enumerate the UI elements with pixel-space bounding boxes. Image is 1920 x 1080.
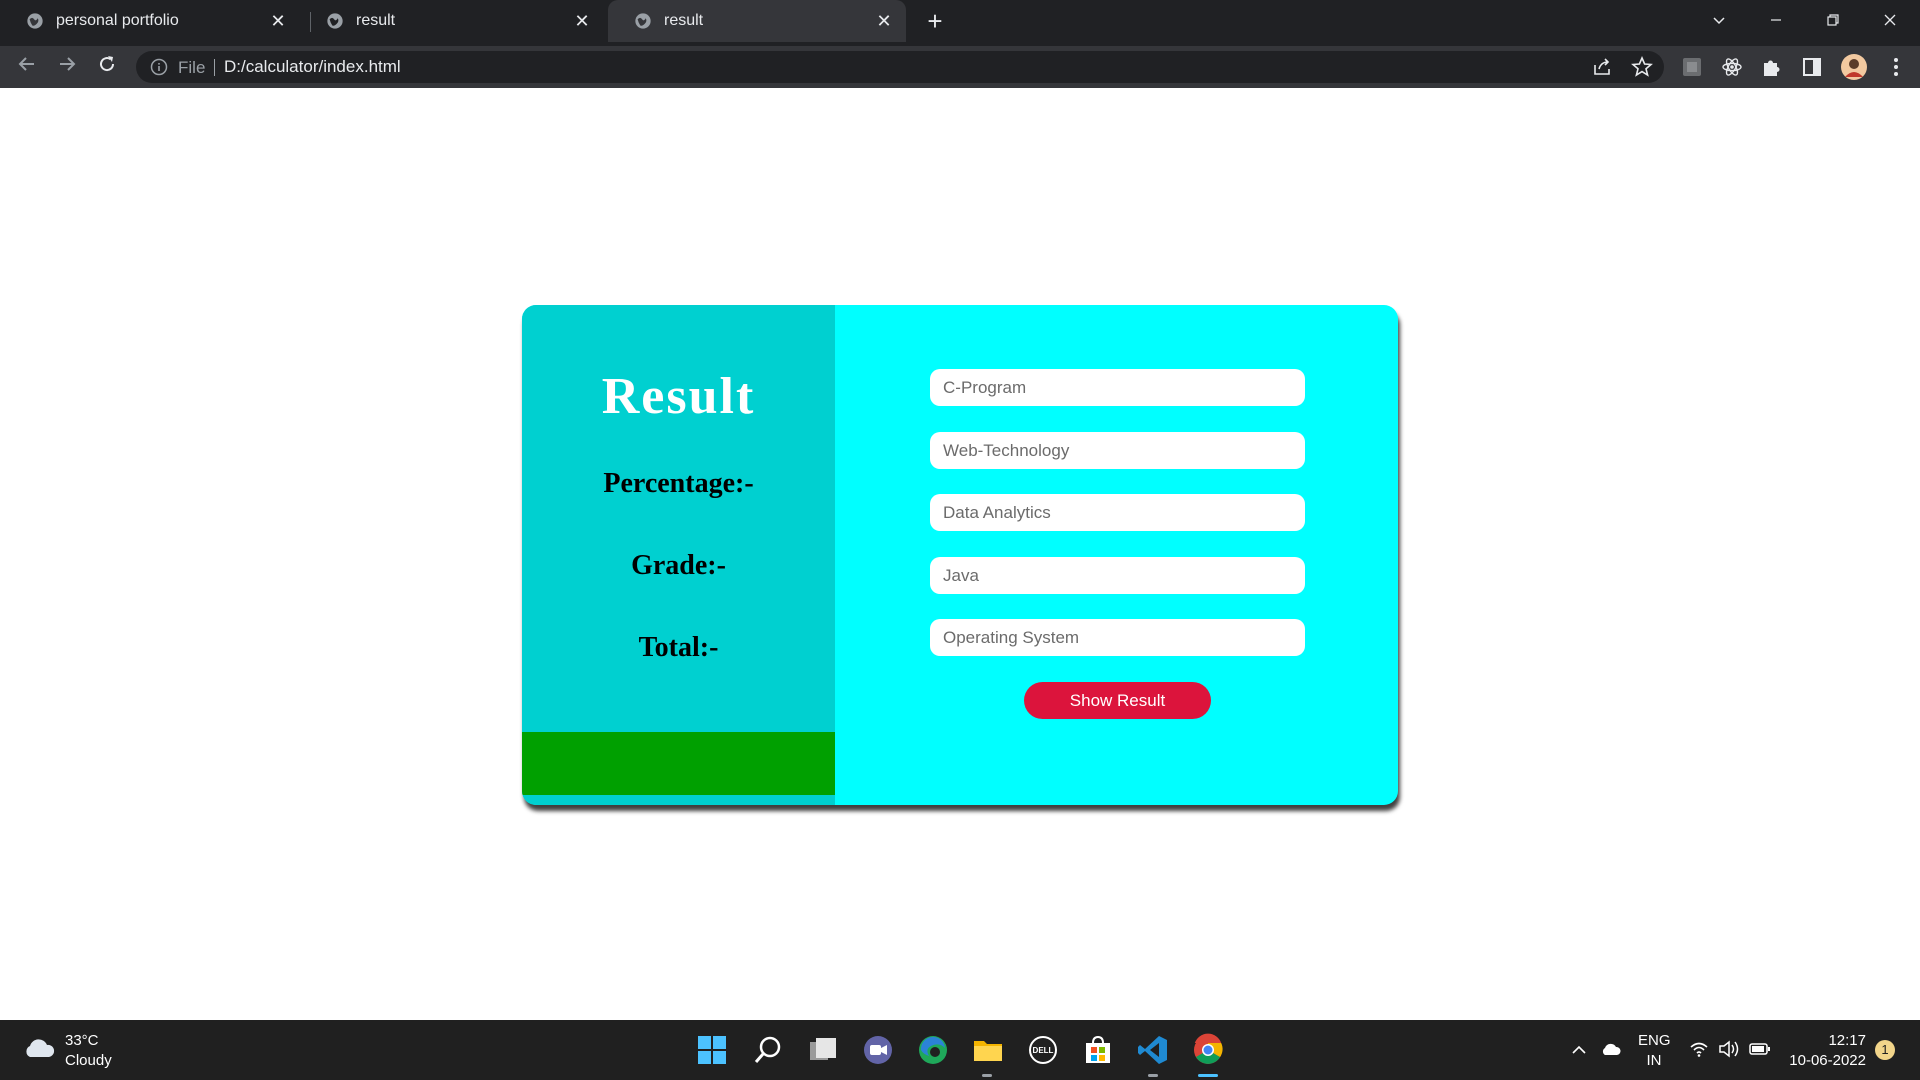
task-view-icon[interactable] [805,1032,841,1068]
volume-icon[interactable] [1718,1039,1740,1059]
file-explorer-icon[interactable] [970,1032,1006,1068]
wifi-icon[interactable] [1689,1040,1709,1058]
tray-chevron-up-icon[interactable] [1571,1042,1587,1058]
language-indicator-line1[interactable]: ENG [1638,1032,1671,1049]
globe-icon [635,13,651,29]
percentage-label: Percentage:- [603,468,754,499]
web-technology-input[interactable] [930,432,1305,469]
tab-title: result [356,12,396,29]
globe-icon [327,13,343,29]
globe-icon [27,13,43,29]
grade-label: Grade:- [631,550,726,581]
close-tab-icon[interactable]: ✕ [874,11,894,31]
language-indicator-line2[interactable]: IN [1638,1052,1670,1069]
tab-result-active[interactable]: result ✕ [608,0,906,42]
share-icon[interactable] [1590,55,1614,79]
close-tab-icon[interactable]: ✕ [268,11,288,31]
c-program-input[interactable] [930,369,1305,406]
bookmark-star-icon[interactable] [1630,55,1654,79]
tab-personal-portfolio[interactable]: personal portfolio ✕ [0,0,300,42]
search-icon[interactable] [750,1032,786,1068]
tab-title: personal portfolio [56,12,179,29]
extension-square-icon[interactable] [1680,55,1704,79]
new-tab-button[interactable]: + [920,8,950,36]
cloud-weather-icon[interactable] [22,1036,56,1060]
windows-start-icon[interactable] [694,1032,730,1068]
battery-icon[interactable] [1749,1041,1771,1057]
vscode-running-indicator [1148,1074,1158,1077]
profile-avatar-icon[interactable] [1840,53,1868,81]
green-bar [522,732,835,795]
onedrive-cloud-icon[interactable] [1600,1040,1622,1058]
address-separator [214,59,215,76]
chrome-active-indicator [1198,1074,1218,1077]
tab-result[interactable]: result ✕ [300,0,604,42]
result-summary-panel: Result Percentage:- Grade:- Total:- [522,305,835,805]
data-analytics-input[interactable] [930,494,1305,531]
chrome-icon[interactable] [1190,1032,1226,1068]
puzzle-extensions-icon[interactable] [1760,55,1784,79]
edge-browser-icon[interactable] [915,1032,951,1068]
explorer-running-indicator [982,1074,992,1077]
react-devtools-icon[interactable] [1720,55,1744,79]
url-text[interactable]: D:/calculator/index.html [224,57,401,77]
restore-icon[interactable] [1811,6,1855,36]
vscode-icon[interactable] [1135,1032,1171,1068]
page-viewport: Result Percentage:- Grade:- Total:- Show… [0,88,1920,1020]
side-panel-icon[interactable] [1800,55,1824,79]
clock-date[interactable]: 10-06-2022 [1784,1052,1866,1069]
tab-strip: personal portfolio ✕ result ✕ result ✕ + [0,0,1920,46]
tab-title: result [664,12,704,29]
svg-text:DELL: DELL [1033,1046,1054,1055]
weather-condition[interactable]: Cloudy [65,1052,112,1069]
minimize-icon[interactable] [1754,6,1798,36]
microsoft-store-icon[interactable] [1080,1032,1116,1068]
notification-badge[interactable]: 1 [1875,1040,1895,1060]
windows-taskbar: 33°C Cloudy DELL ENG IN 12:17 10-06-2022… [0,1020,1920,1080]
weather-temperature[interactable]: 33°C [65,1032,99,1049]
dell-icon[interactable]: DELL [1025,1032,1061,1068]
menu-kebab-icon[interactable] [1884,55,1908,79]
forward-arrow-icon[interactable] [52,52,82,82]
operating-system-input[interactable] [930,619,1305,656]
scheme-label: File [178,58,206,77]
close-window-icon[interactable] [1868,6,1912,36]
total-label: Total:- [638,632,719,663]
info-icon[interactable] [150,58,168,76]
browser-toolbar: File D:/calculator/index.html [0,46,1920,88]
back-arrow-icon[interactable] [12,52,42,82]
java-input[interactable] [930,557,1305,594]
tab-search-chevron-icon[interactable] [1697,6,1741,36]
close-tab-icon[interactable]: ✕ [572,11,592,31]
show-result-button[interactable]: Show Result [1024,682,1211,719]
teams-chat-icon[interactable] [860,1032,896,1068]
reload-icon[interactable] [92,52,122,82]
clock-time[interactable]: 12:17 [1784,1032,1866,1049]
address-bar[interactable]: File D:/calculator/index.html [136,51,1664,83]
result-card: Result Percentage:- Grade:- Total:- Show… [522,305,1398,805]
result-title: Result [601,368,756,425]
